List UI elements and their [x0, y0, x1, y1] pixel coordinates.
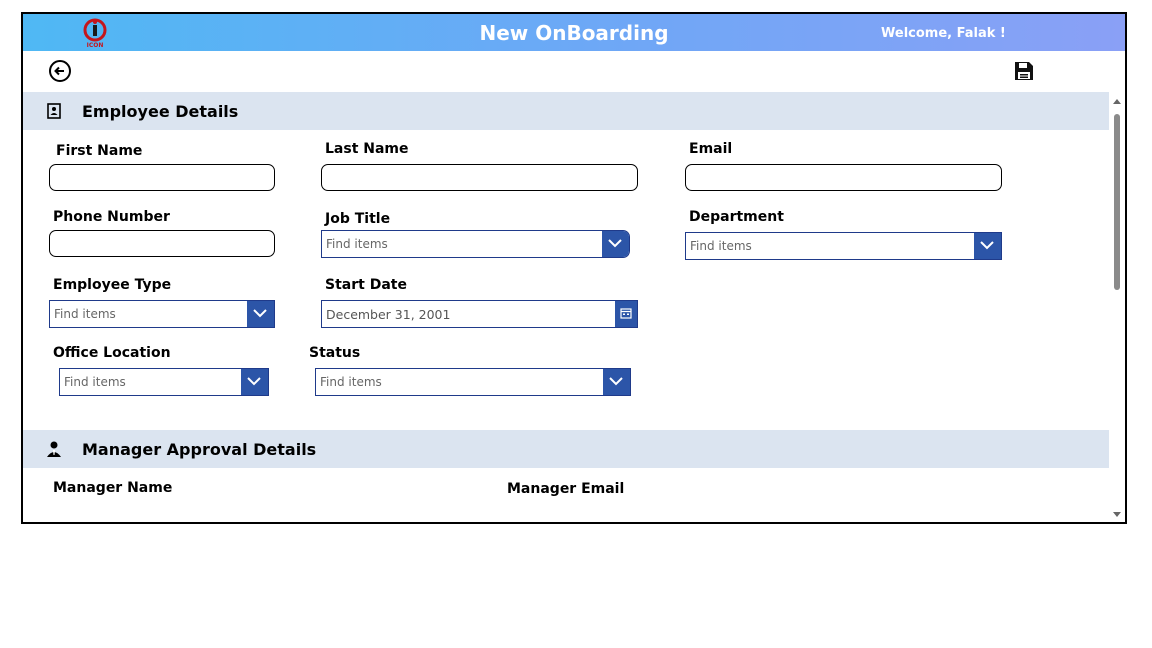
- phone-input[interactable]: [49, 230, 275, 257]
- back-arrow-icon: [54, 66, 64, 76]
- chevron-down-icon[interactable]: [241, 369, 268, 395]
- email-input[interactable]: [685, 164, 1002, 191]
- chevron-down-icon[interactable]: [603, 369, 630, 395]
- welcome-text: Welcome, Falak !: [881, 26, 1006, 41]
- app-window: ICON New OnBoarding Welcome, Falak ! Emp…: [21, 12, 1127, 524]
- contact-card-icon: [45, 102, 63, 120]
- start-date-picker[interactable]: December 31, 2001: [321, 300, 638, 328]
- job-title-dropdown[interactable]: Find items: [321, 230, 630, 258]
- employee-type-dropdown[interactable]: Find items: [49, 300, 275, 328]
- chevron-down-icon[interactable]: [247, 301, 274, 327]
- employee-section-title: Employee Details: [82, 102, 239, 121]
- employee-type-label: Employee Type: [53, 277, 172, 293]
- scrollbar-thumb[interactable]: [1114, 114, 1120, 290]
- save-disk-icon: [1015, 62, 1033, 80]
- back-button[interactable]: [49, 60, 71, 82]
- department-dropdown[interactable]: Find items: [685, 232, 1002, 260]
- manager-name-label: Manager Name: [53, 480, 173, 496]
- start-date-value: December 31, 2001: [326, 307, 451, 322]
- phone-label: Phone Number: [53, 209, 170, 225]
- office-location-placeholder: Find items: [64, 375, 126, 389]
- chevron-down-icon[interactable]: [602, 231, 629, 257]
- status-placeholder: Find items: [320, 375, 382, 389]
- calendar-icon[interactable]: [615, 301, 637, 327]
- scroll-down-icon[interactable]: [1109, 509, 1125, 521]
- start-date-label: Start Date: [325, 277, 407, 293]
- first-name-input[interactable]: [49, 164, 275, 191]
- job-title-label: Job Title: [325, 211, 391, 227]
- job-title-placeholder: Find items: [326, 237, 388, 251]
- chevron-down-icon[interactable]: [974, 233, 1001, 259]
- department-placeholder: Find items: [690, 239, 752, 253]
- office-location-dropdown[interactable]: Find items: [59, 368, 269, 396]
- status-dropdown[interactable]: Find items: [315, 368, 631, 396]
- vertical-scrollbar[interactable]: [1109, 92, 1125, 522]
- save-button[interactable]: [1013, 60, 1035, 82]
- manager-section-title: Manager Approval Details: [82, 440, 317, 459]
- first-name-label: First Name: [56, 143, 143, 159]
- status-label: Status: [309, 345, 361, 361]
- form-content: Employee Details First Name Last Name Em…: [23, 92, 1109, 522]
- employee-section-header: Employee Details: [23, 92, 1109, 130]
- scroll-up-icon[interactable]: [1109, 95, 1125, 107]
- email-label: Email: [689, 141, 733, 157]
- last-name-input[interactable]: [321, 164, 638, 191]
- office-location-label: Office Location: [53, 345, 171, 361]
- header-bar: ICON New OnBoarding Welcome, Falak !: [23, 14, 1125, 51]
- manager-email-label: Manager Email: [507, 481, 625, 497]
- last-name-label: Last Name: [325, 141, 409, 157]
- manager-person-icon: [45, 440, 63, 458]
- toolbar: [23, 51, 1125, 92]
- employee-type-placeholder: Find items: [54, 307, 116, 321]
- department-label: Department: [689, 209, 784, 225]
- manager-section-header: Manager Approval Details: [23, 430, 1109, 468]
